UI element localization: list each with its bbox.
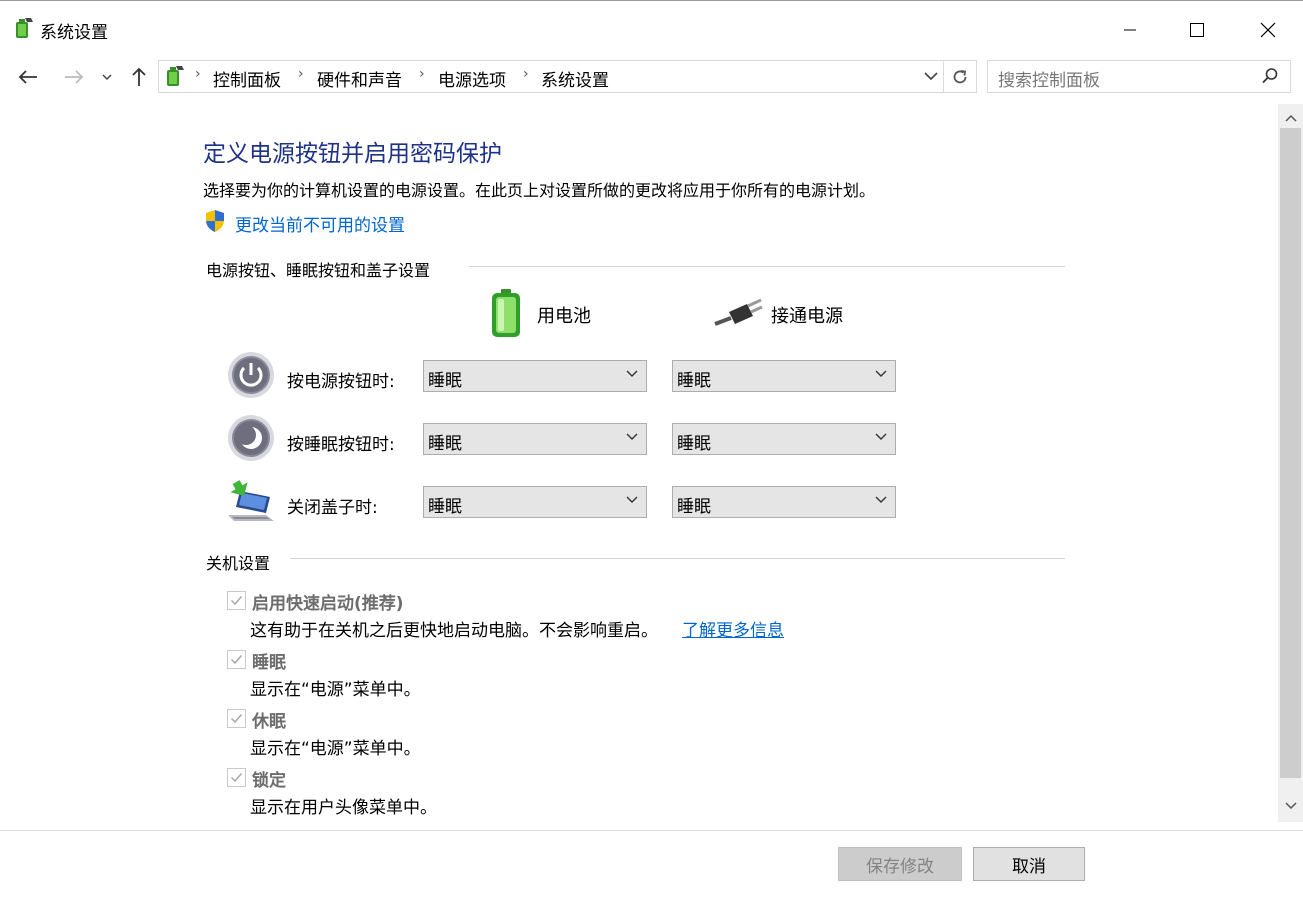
chevron-down-icon: [875, 370, 887, 377]
window-title: 系统设置: [40, 23, 108, 43]
window-top-border: [0, 0, 1303, 8]
back-button[interactable]: [15, 62, 41, 92]
sleep-button-label: 按睡眠按钮时:: [287, 435, 395, 455]
uac-shield-icon: [204, 209, 226, 233]
breadcrumb-power-options[interactable]: 电源选项: [438, 66, 506, 91]
maximize-icon: [1190, 23, 1204, 37]
chevron-down-icon: [875, 433, 887, 440]
power-button-battery-select[interactable]: 睡眠: [423, 360, 647, 392]
power-button-label: 按电源按钮时:: [287, 372, 395, 392]
power-section-label: 电源按钮、睡眠按钮和盖子设置: [206, 261, 431, 280]
scrollbar-thumb[interactable]: [1280, 128, 1301, 778]
hibernate-checkbox[interactable]: [227, 709, 246, 728]
power-button-plugged-select[interactable]: 睡眠: [672, 360, 896, 392]
shutdown-section-divider: [290, 558, 1065, 559]
checkmark-icon: [230, 596, 243, 606]
select-value: 睡眠: [428, 371, 462, 391]
footer-divider: [0, 830, 1303, 831]
page-title: 定义电源按钮并启用密码保护: [203, 141, 502, 167]
breadcrumb-separator: ›: [195, 66, 201, 82]
select-value: 睡眠: [677, 434, 711, 454]
battery-column-header: 用电池: [537, 306, 591, 327]
power-section-divider: [469, 266, 1065, 267]
lock-label: 锁定: [252, 771, 286, 791]
search-icon[interactable]: [1261, 67, 1279, 85]
control-panel-icon: [162, 64, 186, 88]
breadcrumb-hardware-sound[interactable]: 硬件和声音: [317, 66, 402, 91]
breadcrumb-separator: ›: [523, 66, 529, 82]
close-icon: [1260, 22, 1276, 38]
laptop-lid-icon: [226, 479, 276, 525]
select-value: 睡眠: [677, 497, 711, 517]
chevron-down-icon: [626, 370, 638, 377]
refresh-icon: [953, 69, 967, 83]
power-options-icon: [11, 16, 35, 40]
search-placeholder: 搜索控制面板: [998, 71, 1100, 91]
cancel-button[interactable]: 取消: [973, 847, 1085, 881]
close-lid-label: 关闭盖子时:: [287, 498, 378, 518]
close-button[interactable]: [1245, 8, 1291, 52]
refresh-button[interactable]: [944, 60, 977, 93]
power-button-icon: [227, 351, 275, 399]
chevron-down-icon: [626, 496, 638, 503]
breadcrumb-control-panel[interactable]: 控制面板: [213, 66, 281, 91]
battery-icon: [489, 288, 523, 338]
sleep-button-icon: [227, 414, 275, 462]
select-value: 睡眠: [428, 497, 462, 517]
checkmark-icon: [230, 714, 243, 724]
sleep-checkbox[interactable]: [227, 650, 246, 669]
chevron-down-icon: [875, 496, 887, 503]
up-button[interactable]: [126, 62, 152, 92]
chevron-down-icon: [102, 74, 112, 81]
forward-arrow-icon: [65, 70, 84, 84]
forward-button[interactable]: [61, 62, 87, 92]
sleep-button-plugged-select[interactable]: 睡眠: [672, 423, 896, 455]
recent-locations-button[interactable]: [96, 62, 118, 92]
plug-icon: [713, 298, 763, 328]
page-description: 选择要为你的计算机设置的电源设置。在此页上对设置所做的更改将应用于你所有的电源计…: [203, 181, 876, 200]
breadcrumb-separator: ›: [298, 66, 304, 82]
checkmark-icon: [230, 655, 243, 665]
sleep-description: 显示在“电源”菜单中。: [250, 680, 421, 700]
scroll-down-icon[interactable]: [1283, 798, 1299, 812]
fast-startup-checkbox[interactable]: [227, 591, 246, 610]
breadcrumb-system-settings[interactable]: 系统设置: [541, 66, 609, 91]
select-value: 睡眠: [428, 434, 462, 454]
shutdown-section-label: 关机设置: [206, 554, 271, 573]
sleep-label: 睡眠: [252, 653, 286, 673]
breadcrumb-separator: ›: [419, 66, 425, 82]
checkmark-icon: [230, 773, 243, 783]
learn-more-link[interactable]: 了解更多信息: [682, 616, 784, 641]
save-changes-button[interactable]: 保存修改: [838, 847, 962, 881]
chevron-down-icon: [924, 71, 938, 80]
scroll-up-icon[interactable]: [1283, 110, 1299, 124]
select-value: 睡眠: [677, 371, 711, 391]
change-unavailable-settings-link[interactable]: 更改当前不可用的设置: [235, 211, 405, 236]
close-lid-battery-select[interactable]: 睡眠: [423, 486, 647, 518]
lock-checkbox[interactable]: [227, 768, 246, 787]
minimize-button[interactable]: [1107, 8, 1153, 52]
lock-description: 显示在用户头像菜单中。: [250, 798, 437, 818]
up-arrow-icon: [132, 67, 146, 86]
minimize-icon: [1124, 29, 1136, 31]
address-dropdown-button[interactable]: [921, 66, 941, 86]
hibernate-label: 休眠: [252, 712, 286, 732]
sleep-button-battery-select[interactable]: 睡眠: [423, 423, 647, 455]
back-arrow-icon: [18, 70, 37, 84]
fast-startup-description: 这有助于在关机之后更快地启动电脑。不会影响重启。: [250, 621, 658, 641]
chevron-down-icon: [626, 433, 638, 440]
close-lid-plugged-select[interactable]: 睡眠: [672, 486, 896, 518]
maximize-button[interactable]: [1174, 8, 1220, 52]
hibernate-description: 显示在“电源”菜单中。: [250, 739, 421, 759]
plugged-column-header: 接通电源: [771, 306, 843, 327]
fast-startup-label: 启用快速启动(推荐): [252, 594, 404, 614]
